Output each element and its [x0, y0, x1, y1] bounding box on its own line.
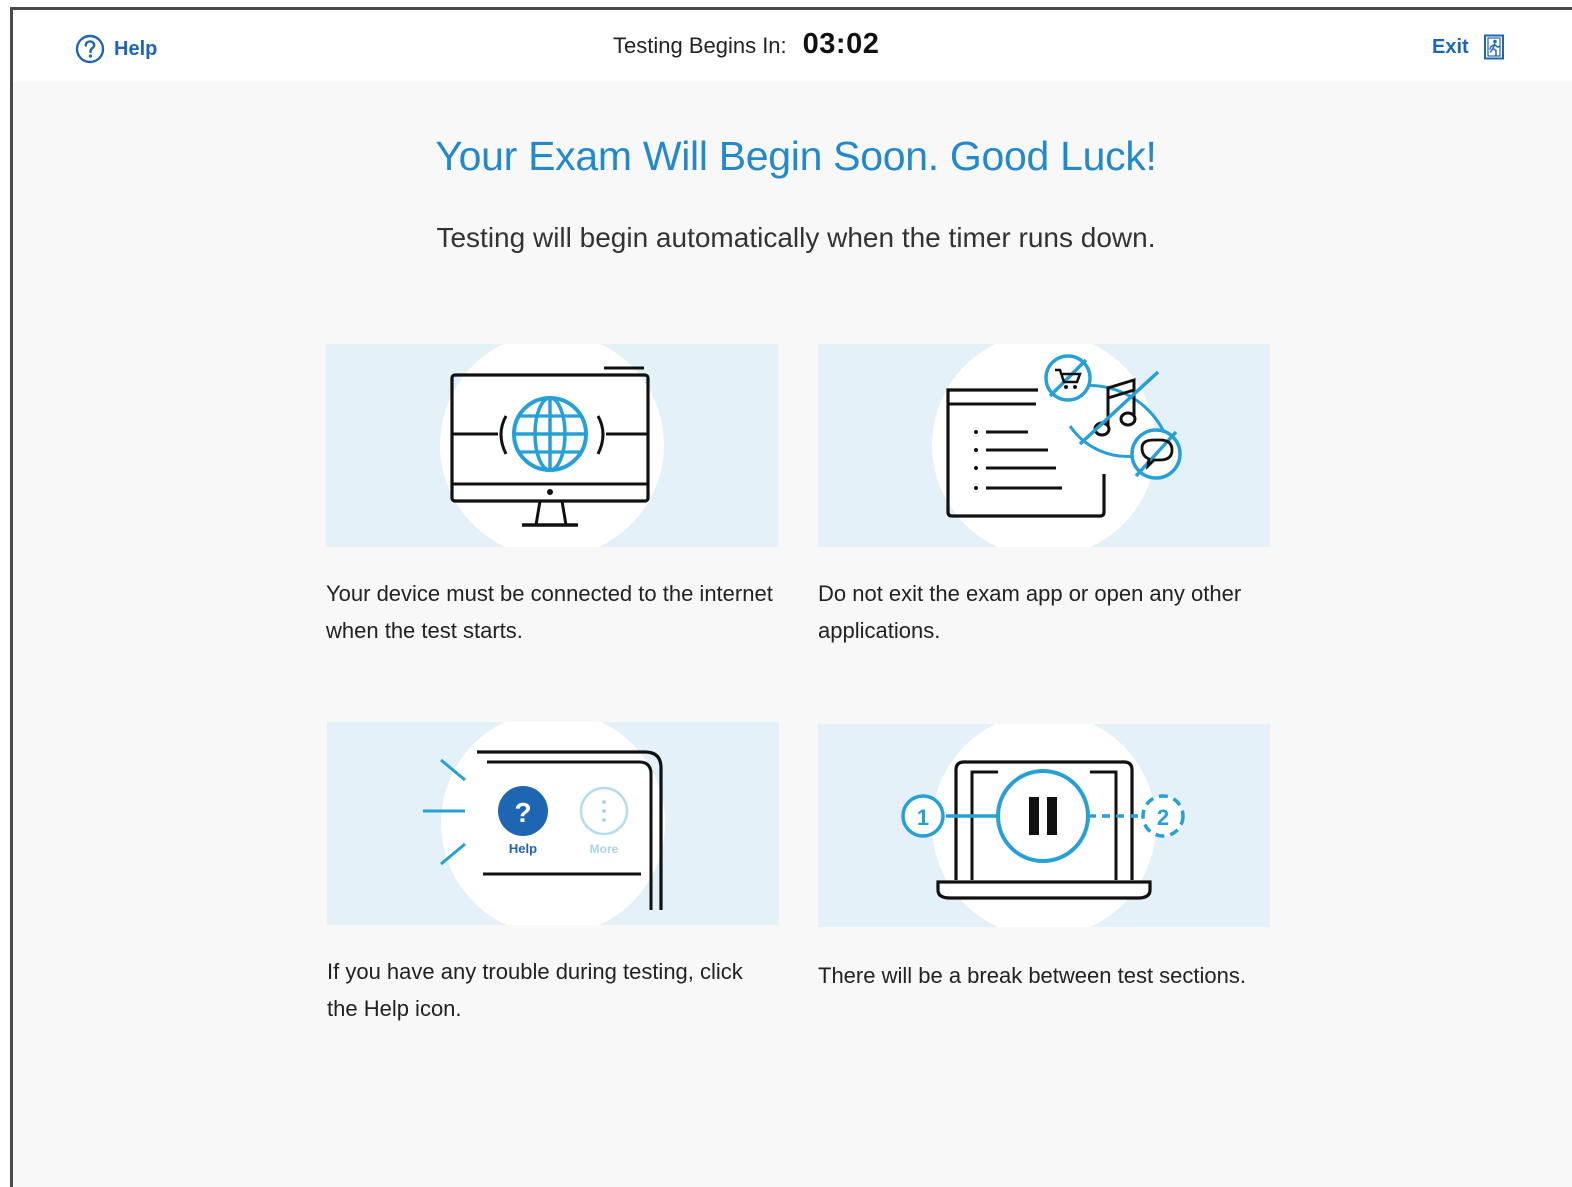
illus-step-1: 1	[917, 805, 929, 830]
info-card-break: 1 2 There will be a break between test s…	[818, 724, 1270, 994]
exit-door-icon	[1483, 34, 1504, 60]
illus-step-2: 2	[1157, 805, 1169, 830]
info-card-internet: Your device must be connected to the int…	[326, 344, 778, 649]
info-card-no-apps: Do not exit the exam app or open any oth…	[818, 344, 1270, 649]
illus-help-label: Help	[509, 841, 537, 856]
page-subtitle: Testing will begin automatically when th…	[436, 222, 1156, 253]
illustration-internet	[326, 344, 778, 547]
pause-break-icon: 1 2	[901, 724, 1185, 927]
card-text: Your device must be connected to the int…	[326, 581, 773, 643]
svg-text:?: ?	[514, 797, 531, 828]
help-button-icon: ? Help More	[423, 722, 665, 925]
card-text: There will be a break between test secti…	[818, 963, 1247, 988]
no-other-apps-icon	[932, 344, 1182, 547]
monitor-globe-icon	[440, 344, 664, 547]
exit-label: Exit	[1432, 35, 1469, 58]
page-title: Your Exam Will Begin Soon. Good Luck!	[435, 133, 1157, 179]
question-circle-icon	[75, 34, 105, 64]
illustration-break: 1 2	[818, 724, 1270, 927]
info-card-help: ? Help More If you have any trouble duri…	[327, 722, 779, 1027]
exam-window: Help Testing Begins In: 03:02 Exit Your …	[10, 7, 1572, 1187]
card-text: If you have any trouble during testing, …	[327, 959, 743, 1021]
exit-button[interactable]: Exit	[1432, 34, 1505, 60]
timer-label: Testing Begins In:	[613, 33, 787, 58]
help-button[interactable]: Help	[75, 34, 157, 64]
top-bar: Help Testing Begins In: 03:02 Exit	[13, 10, 1572, 82]
help-label: Help	[114, 37, 158, 60]
countdown-timer: Testing Begins In: 03:02	[613, 28, 879, 61]
card-text: Do not exit the exam app or open any oth…	[818, 581, 1242, 643]
illus-more-label: More	[590, 842, 619, 856]
illustration-help: ? Help More	[327, 722, 779, 925]
timer-value: 03:02	[802, 28, 880, 60]
illustration-no-apps	[818, 344, 1270, 547]
